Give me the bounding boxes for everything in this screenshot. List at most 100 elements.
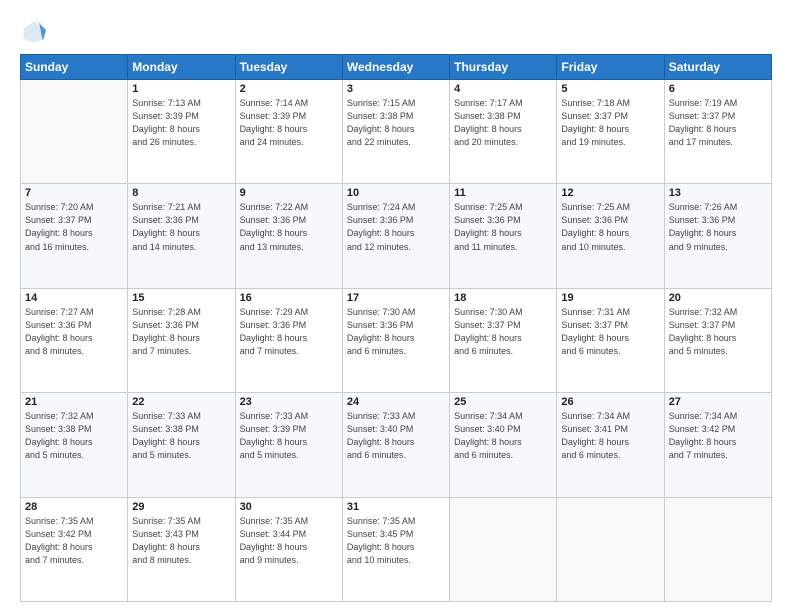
weekday-header: Tuesday [235,55,342,80]
calendar-cell: 7 Sunrise: 7:20 AMSunset: 3:37 PMDaylight… [21,184,128,288]
weekday-header: Saturday [664,55,771,80]
day-info: Sunrise: 7:35 AMSunset: 3:43 PMDaylight:… [132,515,230,567]
day-info: Sunrise: 7:35 AMSunset: 3:44 PMDaylight:… [240,515,338,567]
calendar-cell: 24Sunrise: 7:33 AMSunset: 3:40 PMDayligh… [342,393,449,497]
calendar-cell: 10 Sunrise: 7:24 AMSunset: 3:36 PMDayligh… [342,184,449,288]
day-info: Sunrise: 7:35 AMSunset: 3:42 PMDaylight:… [25,515,123,567]
day-info: Sunrise: 7:29 AMSunset: 3:36 PMDaylight:… [240,306,338,358]
calendar-cell: 16 Sunrise: 7:29 AMSunset: 3:36 PMDayligh… [235,288,342,392]
day-number: 27 [669,396,767,408]
calendar-cell: 20 Sunrise: 7:32 AMSunset: 3:37 PMDayligh… [664,288,771,392]
day-number: 30 [240,501,338,513]
day-number: 21 [25,396,123,408]
calendar-header-row: SundayMondayTuesdayWednesdayThursdayFrid… [21,55,772,80]
day-number: 6 [669,83,767,95]
day-info: Sunrise: 7:24 AMSunset: 3:36 PMDaylight:… [347,201,445,253]
day-info: Sunrise: 7:17 AMSunset: 3:38 PMDaylight:… [454,97,552,149]
calendar-cell: 6 Sunrise: 7:19 AMSunset: 3:37 PMDaylight… [664,80,771,184]
day-number: 7 [25,187,123,199]
calendar-cell: 5Sunrise: 7:18 AMSunset: 3:37 PMDaylight… [557,80,664,184]
day-number: 10 [347,187,445,199]
day-info: Sunrise: 7:20 AMSunset: 3:37 PMDaylight:… [25,201,123,253]
weekday-header: Sunday [21,55,128,80]
day-number: 2 [240,83,338,95]
logo-icon [20,18,48,46]
calendar-cell: 3Sunrise: 7:15 AMSunset: 3:38 PMDaylight… [342,80,449,184]
day-number: 8 [132,187,230,199]
day-info: Sunrise: 7:34 AMSunset: 3:40 PMDaylight:… [454,410,552,462]
day-info: Sunrise: 7:34 AMSunset: 3:42 PMDaylight:… [669,410,767,462]
day-number: 9 [240,187,338,199]
day-info: Sunrise: 7:21 AMSunset: 3:36 PMDaylight:… [132,201,230,253]
day-number: 11 [454,187,552,199]
day-info: Sunrise: 7:35 AMSunset: 3:45 PMDaylight:… [347,515,445,567]
calendar-cell: 26 Sunrise: 7:34 AMSunset: 3:41 PMDayligh… [557,393,664,497]
calendar-cell: 22 Sunrise: 7:33 AMSunset: 3:38 PMDayligh… [128,393,235,497]
day-number: 23 [240,396,338,408]
day-info: Sunrise: 7:33 AMSunset: 3:39 PMDaylight:… [240,410,338,462]
day-info: Sunrise: 7:25 AMSunset: 3:36 PMDaylight:… [454,201,552,253]
day-info: Sunrise: 7:18 AMSunset: 3:37 PMDaylight:… [561,97,659,149]
calendar-table: SundayMondayTuesdayWednesdayThursdayFrid… [20,54,772,602]
calendar-week-row: 14Sunrise: 7:27 AMSunset: 3:36 PMDayligh… [21,288,772,392]
calendar-cell [557,497,664,601]
calendar-cell: 31 Sunrise: 7:35 AMSunset: 3:45 PMDayligh… [342,497,449,601]
day-number: 24 [347,396,445,408]
calendar-cell: 17 Sunrise: 7:30 AMSunset: 3:36 PMDayligh… [342,288,449,392]
day-info: Sunrise: 7:30 AMSunset: 3:36 PMDaylight:… [347,306,445,358]
day-info: Sunrise: 7:13 AMSunset: 3:39 PMDaylight:… [132,97,230,149]
calendar-week-row: 21 Sunrise: 7:32 AMSunset: 3:38 PMDayligh… [21,393,772,497]
calendar-cell: 12 Sunrise: 7:25 AMSunset: 3:36 PMDayligh… [557,184,664,288]
day-info: Sunrise: 7:19 AMSunset: 3:37 PMDaylight:… [669,97,767,149]
page: SundayMondayTuesdayWednesdayThursdayFrid… [0,0,792,612]
calendar-cell: 9Sunrise: 7:22 AMSunset: 3:36 PMDaylight… [235,184,342,288]
calendar-cell: 8 Sunrise: 7:21 AMSunset: 3:36 PMDaylight… [128,184,235,288]
calendar-week-row: 7 Sunrise: 7:20 AMSunset: 3:37 PMDaylight… [21,184,772,288]
calendar-cell: 18Sunrise: 7:30 AMSunset: 3:37 PMDayligh… [450,288,557,392]
day-info: Sunrise: 7:26 AMSunset: 3:36 PMDaylight:… [669,201,767,253]
calendar-cell: 15 Sunrise: 7:28 AMSunset: 3:36 PMDayligh… [128,288,235,392]
day-info: Sunrise: 7:14 AMSunset: 3:39 PMDaylight:… [240,97,338,149]
day-info: Sunrise: 7:32 AMSunset: 3:37 PMDaylight:… [669,306,767,358]
day-number: 29 [132,501,230,513]
calendar-cell [450,497,557,601]
day-number: 31 [347,501,445,513]
day-info: Sunrise: 7:34 AMSunset: 3:41 PMDaylight:… [561,410,659,462]
day-info: Sunrise: 7:32 AMSunset: 3:38 PMDaylight:… [25,410,123,462]
calendar-cell: 2 Sunrise: 7:14 AMSunset: 3:39 PMDaylight… [235,80,342,184]
day-number: 12 [561,187,659,199]
calendar-cell: 29 Sunrise: 7:35 AMSunset: 3:43 PMDayligh… [128,497,235,601]
day-number: 22 [132,396,230,408]
weekday-header: Friday [557,55,664,80]
day-number: 14 [25,292,123,304]
day-number: 1 [132,83,230,95]
calendar-cell: 1 Sunrise: 7:13 AMSunset: 3:39 PMDaylight… [128,80,235,184]
day-number: 16 [240,292,338,304]
calendar-cell [664,497,771,601]
calendar-cell: 19Sunrise: 7:31 AMSunset: 3:37 PMDayligh… [557,288,664,392]
calendar-cell [21,80,128,184]
day-info: Sunrise: 7:28 AMSunset: 3:36 PMDaylight:… [132,306,230,358]
header [20,18,772,46]
weekday-header: Monday [128,55,235,80]
day-number: 26 [561,396,659,408]
calendar-cell: 14Sunrise: 7:27 AMSunset: 3:36 PMDayligh… [21,288,128,392]
day-number: 28 [25,501,123,513]
calendar-cell: 27 Sunrise: 7:34 AMSunset: 3:42 PMDayligh… [664,393,771,497]
day-info: Sunrise: 7:31 AMSunset: 3:37 PMDaylight:… [561,306,659,358]
day-info: Sunrise: 7:33 AMSunset: 3:38 PMDaylight:… [132,410,230,462]
calendar-week-row: 28 Sunrise: 7:35 AMSunset: 3:42 PMDayligh… [21,497,772,601]
calendar-cell: 4 Sunrise: 7:17 AMSunset: 3:38 PMDaylight… [450,80,557,184]
weekday-header: Thursday [450,55,557,80]
calendar-cell: 13 Sunrise: 7:26 AMSunset: 3:36 PMDayligh… [664,184,771,288]
day-number: 4 [454,83,552,95]
calendar-cell: 23 Sunrise: 7:33 AMSunset: 3:39 PMDayligh… [235,393,342,497]
day-info: Sunrise: 7:25 AMSunset: 3:36 PMDaylight:… [561,201,659,253]
day-number: 17 [347,292,445,304]
day-number: 15 [132,292,230,304]
day-info: Sunrise: 7:30 AMSunset: 3:37 PMDaylight:… [454,306,552,358]
day-number: 3 [347,83,445,95]
day-number: 13 [669,187,767,199]
day-number: 20 [669,292,767,304]
calendar-cell: 30 Sunrise: 7:35 AMSunset: 3:44 PMDayligh… [235,497,342,601]
